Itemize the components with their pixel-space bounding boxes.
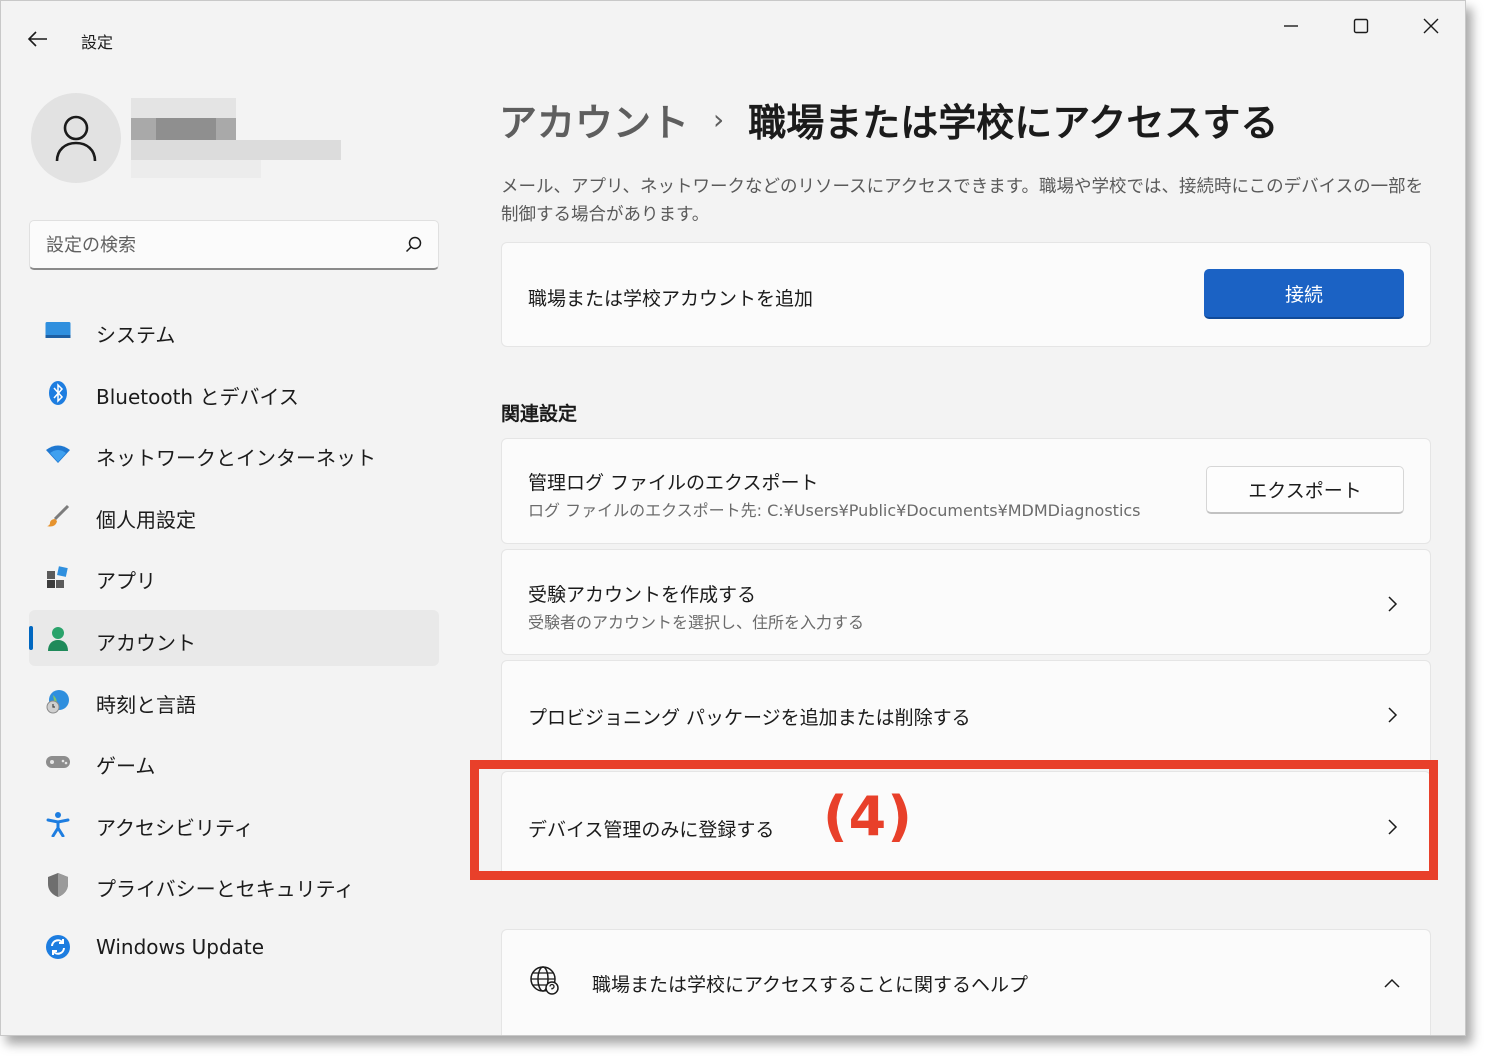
time-language-icon bbox=[45, 688, 71, 714]
search-input[interactable] bbox=[46, 233, 386, 257]
sidebar-item-gaming[interactable]: ゲーム bbox=[29, 733, 439, 789]
breadcrumb: アカウント › 職場または学校にアクセスする bbox=[499, 89, 1278, 149]
globe-help-icon bbox=[530, 966, 559, 995]
help-title: 職場または学校にアクセスすることに関するヘルプ bbox=[592, 974, 1029, 996]
sidebar-item-label: ゲーム bbox=[96, 754, 156, 779]
breadcrumb-parent[interactable]: アカウント bbox=[499, 92, 689, 147]
exam-account-subtitle: 受験者のアカウントを選択し、住所を入力する bbox=[528, 613, 865, 632]
sidebar-item-network[interactable]: ネットワークとインターネット bbox=[29, 425, 439, 481]
step-number-label: (4) bbox=[823, 785, 913, 848]
provisioning-package-card[interactable]: プロビジョニング パッケージを追加または削除する bbox=[501, 660, 1431, 766]
gamepad-icon bbox=[45, 749, 71, 775]
add-account-title: 職場または学校アカウントを追加 bbox=[528, 288, 814, 310]
chevron-right-icon bbox=[1388, 819, 1398, 835]
maximize-button[interactable] bbox=[1341, 11, 1381, 41]
chevron-up-icon[interactable] bbox=[1382, 974, 1402, 994]
breadcrumb-separator: › bbox=[713, 102, 725, 136]
back-button[interactable] bbox=[23, 25, 53, 53]
close-icon bbox=[1423, 18, 1439, 34]
brush-icon bbox=[45, 503, 71, 529]
chevron-right-icon bbox=[1388, 707, 1398, 723]
sidebar-item-label: Bluetooth とデバイス bbox=[96, 384, 299, 409]
app-title: 設定 bbox=[81, 33, 114, 52]
sidebar-item-label: アプリ bbox=[96, 569, 156, 594]
add-account-card: 職場または学校アカウントを追加 接続 bbox=[501, 242, 1431, 347]
maximize-icon bbox=[1353, 18, 1369, 34]
sidebar-item-label: アクセシビリティ bbox=[96, 815, 254, 840]
sidebar-item-accessibility[interactable]: アクセシビリティ bbox=[29, 795, 439, 851]
sidebar-item-label: アカウント bbox=[96, 630, 196, 655]
minimize-icon bbox=[1284, 25, 1298, 27]
help-card[interactable]: 職場または学校にアクセスすることに関するヘルプ bbox=[501, 929, 1431, 1035]
sidebar-item-bluetooth[interactable]: Bluetooth とデバイス bbox=[29, 364, 439, 420]
sidebar-item-label: システム bbox=[96, 323, 176, 347]
update-icon bbox=[45, 934, 71, 960]
sidebar-item-apps[interactable]: アプリ bbox=[29, 548, 439, 604]
sidebar-item-label: Windows Update bbox=[96, 934, 265, 959]
sidebar-item-personalization[interactable]: 個人用設定 bbox=[29, 487, 439, 543]
shield-icon bbox=[45, 872, 71, 898]
sidebar-item-label: ネットワークとインターネット bbox=[96, 446, 376, 471]
related-settings-heading: 関連設定 bbox=[501, 403, 578, 425]
enroll-device-management-card[interactable]: デバイス管理のみに登録する bbox=[501, 771, 1431, 877]
provisioning-package-title: プロビジョニング パッケージを追加または削除する bbox=[528, 707, 971, 729]
export-logs-card: 管理ログ ファイルのエクスポート ログ ファイルのエクスポート先: C:¥Use… bbox=[501, 438, 1431, 544]
settings-window: 設定 システム Bluetooth とデ bbox=[0, 0, 1466, 1036]
exam-account-card[interactable]: 受験アカウントを作成する 受験者のアカウントを選択し、住所を入力する bbox=[501, 549, 1431, 655]
person-icon bbox=[55, 115, 97, 162]
sidebar-item-label: 個人用設定 bbox=[96, 507, 196, 532]
bluetooth-icon bbox=[45, 380, 71, 406]
accessibility-icon bbox=[45, 811, 71, 837]
search-icon[interactable] bbox=[404, 235, 424, 255]
sidebar-item-accounts[interactable]: アカウント bbox=[29, 609, 439, 666]
close-button[interactable] bbox=[1411, 11, 1451, 41]
page-description: メール、アプリ、ネットワークなどのリソースにアクセスできます。職場や学校では、接… bbox=[501, 177, 1424, 225]
back-arrow-icon bbox=[27, 31, 47, 47]
enroll-device-management-title: デバイス管理のみに登録する bbox=[528, 819, 775, 841]
export-logs-subtitle: ログ ファイルのエクスポート先: C:¥Users¥Public¥Documen… bbox=[528, 501, 1141, 520]
avatar[interactable] bbox=[31, 93, 121, 183]
page-title: 職場または学校にアクセスする bbox=[748, 100, 1279, 145]
accounts-icon bbox=[45, 626, 71, 652]
minimize-button[interactable] bbox=[1271, 11, 1311, 41]
sidebar-nav: システム Bluetooth とデバイス ネットワークとインターネット 個人用設… bbox=[29, 302, 439, 980]
sidebar-item-privacy[interactable]: プライバシーとセキュリティ bbox=[29, 856, 439, 912]
system-icon bbox=[45, 318, 71, 344]
connect-button[interactable]: 接続 bbox=[1204, 269, 1404, 319]
sidebar-item-label: 時刻と言語 bbox=[96, 692, 196, 717]
sidebar-item-label: プライバシーとセキュリティ bbox=[96, 877, 355, 902]
exam-account-title: 受験アカウントを作成する bbox=[528, 584, 757, 606]
apps-icon bbox=[45, 564, 71, 590]
search-box[interactable] bbox=[29, 220, 439, 270]
chevron-right-icon bbox=[1388, 596, 1398, 612]
export-logs-title: 管理ログ ファイルのエクスポート bbox=[528, 472, 819, 494]
sidebar-item-system[interactable]: システム bbox=[29, 302, 439, 358]
sidebar-item-time-language[interactable]: 時刻と言語 bbox=[29, 672, 439, 728]
sidebar-item-windows-update[interactable]: Windows Update bbox=[29, 918, 439, 974]
wifi-icon bbox=[45, 441, 71, 467]
selection-indicator bbox=[29, 625, 33, 650]
export-button[interactable]: エクスポート bbox=[1206, 466, 1404, 514]
